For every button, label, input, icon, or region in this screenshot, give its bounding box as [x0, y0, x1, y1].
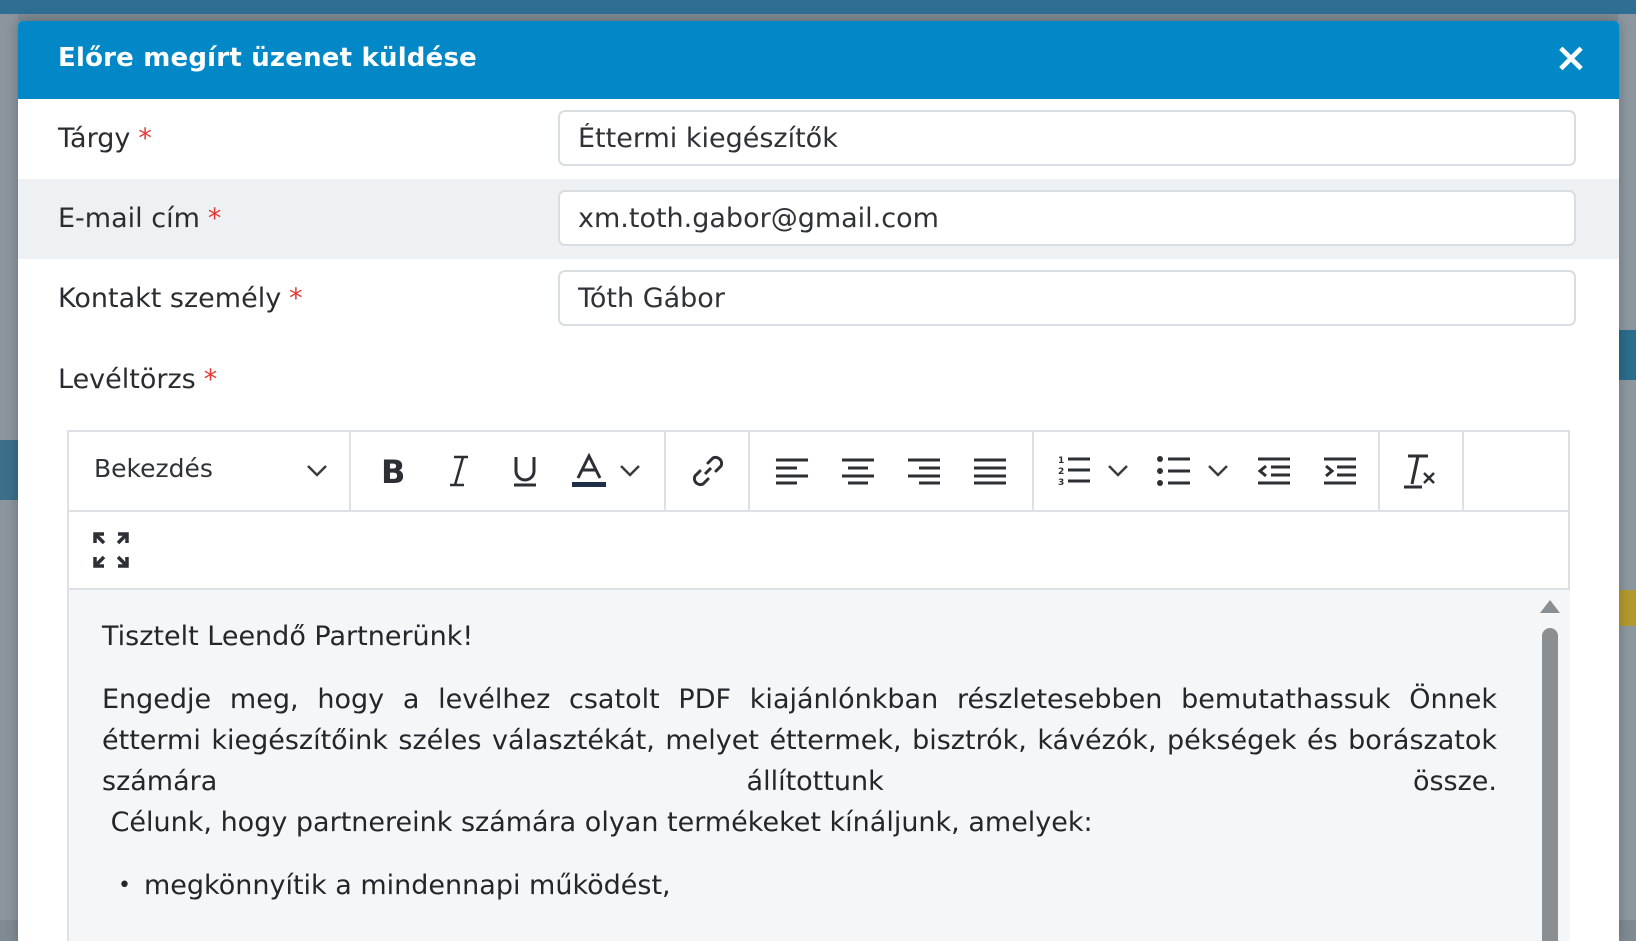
contact-label-text: Kontakt személy — [58, 283, 282, 314]
scrollbar-thumb[interactable] — [1542, 628, 1558, 941]
background-right-accent — [1618, 330, 1636, 380]
required-mark: * — [203, 364, 218, 395]
list-group: 123 — [1034, 432, 1380, 510]
subject-input[interactable] — [558, 110, 1576, 166]
background-right-edge — [1618, 14, 1636, 920]
greeting-text: Tisztelt Leendő Partnerünk! — [102, 621, 474, 652]
subject-label-text: Tárgy — [58, 123, 131, 154]
email-input[interactable] — [558, 190, 1576, 246]
outdent-icon[interactable] — [1252, 449, 1296, 493]
editor-toolbar: Bekezdés B 1 2 3 — [69, 432, 1570, 512]
background-right-accent-yellow — [1618, 590, 1636, 626]
text-color-icon[interactable] — [569, 449, 609, 493]
contact-row: Kontakt személy * — [18, 259, 1619, 339]
svg-text:2: 2 — [1058, 467, 1064, 477]
required-mark: * — [289, 283, 303, 314]
goal-paragraph: Célunk, hogy partnereink számára olyan t… — [102, 807, 1093, 838]
subject-row: Tárgy * — [18, 99, 1619, 179]
bold-icon[interactable]: B — [371, 449, 415, 493]
close-icon[interactable]: × — [1553, 38, 1589, 78]
subject-label: Tárgy * — [58, 123, 152, 154]
bullet-list-icon[interactable] — [1152, 449, 1196, 493]
format-group: Bekezdés — [69, 432, 351, 510]
email-label-text: E-mail cím — [58, 203, 200, 234]
clear-formatting-group — [1380, 432, 1464, 510]
background-topbar — [0, 0, 1636, 14]
chevron-down-icon[interactable] — [1104, 449, 1132, 493]
body-label-text: Levéltörzs — [58, 364, 196, 395]
chevron-down-icon[interactable] — [295, 449, 339, 493]
underline-icon[interactable] — [503, 449, 547, 493]
body-label: Levéltörzs * — [58, 364, 217, 395]
svg-text:B: B — [381, 455, 405, 487]
text-style-group: B — [351, 432, 666, 510]
clear-formatting-icon[interactable] — [1398, 449, 1442, 493]
contact-label: Kontakt személy * — [58, 283, 303, 314]
align-right-icon[interactable] — [902, 449, 946, 493]
alignment-group — [750, 432, 1034, 510]
editor-content: Tisztelt Leendő Partnerünk! Engedje meg,… — [102, 616, 1497, 906]
email-row: E-mail cím * — [18, 179, 1619, 259]
editor-content-area[interactable]: Tisztelt Leendő Partnerünk! Engedje meg,… — [69, 590, 1570, 941]
link-icon[interactable] — [686, 449, 730, 493]
indent-icon[interactable] — [1318, 449, 1362, 493]
link-group — [666, 432, 750, 510]
fullscreen-icon[interactable] — [89, 528, 133, 572]
align-center-icon[interactable] — [836, 449, 880, 493]
numbered-list-icon[interactable]: 123 — [1052, 449, 1096, 493]
italic-icon[interactable] — [437, 449, 481, 493]
svg-text:3: 3 — [1058, 478, 1064, 488]
chevron-down-icon[interactable] — [617, 449, 643, 493]
send-message-dialog: Előre megírt üzenet küldése × Tárgy* E-m… — [18, 21, 1619, 941]
scroll-up-arrow-icon[interactable] — [1540, 600, 1560, 613]
rich-text-editor: Bekezdés B 1 2 3 Tisztelt Leendő Partner… — [67, 430, 1570, 941]
chevron-down-icon[interactable] — [1204, 449, 1232, 493]
align-justify-icon[interactable] — [968, 449, 1012, 493]
required-mark: * — [138, 123, 152, 154]
svg-text:1: 1 — [1058, 456, 1064, 466]
align-left-icon[interactable] — [770, 449, 814, 493]
required-mark: * — [207, 203, 222, 234]
email-label: E-mail cím * — [58, 203, 221, 234]
contact-input[interactable] — [558, 270, 1576, 326]
background-left-accent — [0, 440, 18, 500]
editor-toolbar-row2 — [69, 512, 1570, 590]
benefits-list: megkönnyítik a mindennapi működést, — [102, 865, 1497, 906]
intro-paragraph: Engedje meg, hogy a levélhez csatolt PDF… — [102, 684, 1497, 797]
dialog-header: Előre megírt üzenet küldése × — [18, 21, 1619, 99]
dialog-title: Előre megírt üzenet küldése — [58, 43, 477, 73]
list-item: megkönnyítik a mindennapi működést, — [118, 865, 1497, 906]
paragraph-format-select[interactable]: Bekezdés — [94, 454, 213, 483]
